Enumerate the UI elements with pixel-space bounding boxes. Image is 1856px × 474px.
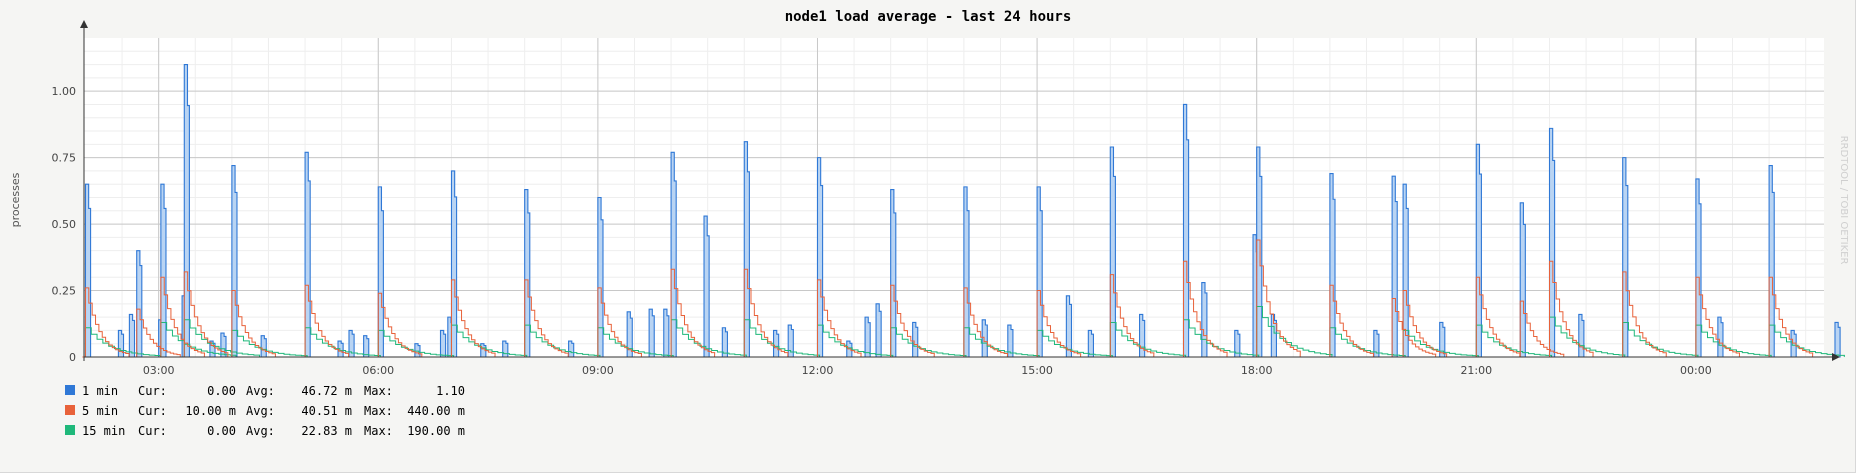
legend-swatch	[65, 385, 75, 395]
series-1-min-peak	[1036, 186, 1043, 358]
series-1-min-peak	[1329, 173, 1336, 358]
series-1-min-peak	[363, 335, 370, 358]
series-1-min-peak	[84, 183, 92, 358]
chart-title: node1 load average - last 24 hours	[785, 9, 1072, 25]
legend-max-label: Max:	[364, 404, 393, 418]
legend-avg-label: Avg:	[246, 424, 275, 438]
legend-cur-label: Cur:	[138, 404, 167, 418]
series-1-min-peak	[1519, 202, 1526, 358]
legend-series-name: 15 min	[82, 424, 125, 438]
series-1-min-peak	[304, 151, 311, 358]
x-tick-label: 15:00	[1021, 364, 1053, 377]
series-1-min-peak	[981, 319, 988, 358]
series-1-min-peak	[260, 335, 267, 358]
legend-max-value: 190.00 m	[407, 424, 465, 438]
series-1-min-peak	[231, 165, 238, 358]
y-tick-label: 0.75	[52, 152, 77, 165]
series-1-min-peak	[439, 329, 447, 358]
series-1-min-peak	[648, 308, 655, 358]
watermark: RRDTOOL / TOBI OETIKER	[1838, 136, 1849, 265]
legend-avg-label: Avg:	[246, 384, 275, 398]
legend-cur-value: 10.00 m	[185, 404, 236, 418]
y-tick-label: 1.00	[52, 85, 77, 98]
series-1-min-peak	[663, 308, 670, 358]
series-1-min-peak	[1182, 103, 1190, 358]
series-1-min-peak	[1548, 127, 1556, 358]
series-1-min-peak	[183, 64, 190, 358]
x-tick-label: 00:00	[1680, 364, 1712, 377]
legend-avg-value: 22.83 m	[301, 424, 352, 438]
series-1-min-peak	[743, 141, 750, 358]
series-1-min-peak	[160, 183, 167, 358]
chart-panel: node1 load average - last 24 hours 0 0.25…	[0, 0, 1856, 473]
series-1-min-peak	[450, 170, 458, 358]
x-tick-label: 06:00	[362, 364, 394, 377]
series-1-min-peak	[670, 151, 677, 358]
series-1-min-peak	[597, 196, 604, 358]
y-tick-label: 0	[69, 351, 76, 364]
legend-max-label: Max:	[364, 384, 393, 398]
legend-avg-value: 40.51 m	[301, 404, 352, 418]
series-1-min-peak	[963, 186, 970, 358]
series-1-min-peak	[1834, 321, 1841, 358]
legend-cur-label: Cur:	[138, 384, 167, 398]
x-tick-label: 18:00	[1241, 364, 1273, 377]
legend-max-value: 1.10	[436, 384, 465, 398]
legend-avg-label: Avg:	[246, 404, 275, 418]
series-1-min-peak	[1201, 282, 1208, 358]
legend-swatch	[65, 405, 75, 415]
x-tick-label: 21:00	[1460, 364, 1492, 377]
series-1-min-peak	[816, 157, 824, 358]
y-axis-label: processes	[9, 172, 22, 227]
series-1-min-peak	[1717, 316, 1724, 358]
legend-series-name: 1 min	[82, 384, 118, 398]
legend-max-value: 440.00 m	[407, 404, 465, 418]
series-1-min-peak	[875, 303, 882, 358]
x-tick-label: 03:00	[143, 364, 175, 377]
x-tick-labels: 03:00 06:00 09:00 12:00 15:00 18:00 21:00 00:00	[143, 364, 1712, 377]
x-tick-label: 09:00	[582, 364, 614, 377]
series-1-min-peak	[912, 321, 919, 358]
series-1-min-peak	[1391, 175, 1398, 358]
y-tick-labels: 0 0.25 0.50 0.75 1.00	[52, 85, 77, 364]
series-1-min-peak	[864, 316, 871, 358]
y-tick-label: 0.25	[52, 285, 77, 298]
series-1-min-peak	[1578, 313, 1585, 358]
legend-cur-value: 0.00	[207, 424, 236, 438]
legend-cur-value: 0.00	[207, 384, 236, 398]
series-1-min-peak	[1768, 165, 1775, 358]
y-axis-arrow-icon	[80, 20, 88, 28]
series-1-min-peak	[414, 343, 421, 358]
legend-cur-label: Cur:	[138, 424, 167, 438]
legend-max-label: Max:	[364, 424, 393, 438]
load-average-chart: node1 load average - last 24 hours 0 0.25…	[9, 9, 1849, 438]
legend-avg-value: 46.72 m	[301, 384, 352, 398]
legend: 1 min Cur: 0.00 Avg: 46.72 m Max: 1.10 5 min Cur…	[65, 384, 465, 438]
series-1-min-peak	[1256, 146, 1263, 358]
series-1-min-peak	[568, 340, 575, 358]
legend-series-name: 5 min	[82, 404, 118, 418]
y-tick-label: 0.50	[52, 218, 77, 231]
series-1-min-peak	[524, 188, 531, 358]
series-1-min-peak	[890, 188, 897, 358]
x-tick-label: 12:00	[802, 364, 834, 377]
plot-area	[80, 20, 1846, 361]
series-1-min-peak	[703, 215, 710, 358]
series-1-min-peak	[136, 250, 143, 358]
series-1-min-peak	[220, 332, 227, 358]
series-1-min-peak	[502, 340, 509, 358]
series-1-min-peak	[1109, 146, 1116, 358]
legend-swatch	[65, 425, 75, 435]
series-1-min-peak	[1695, 178, 1702, 358]
series-1-min-peak	[1622, 157, 1629, 358]
series-1-min-peak	[773, 329, 780, 358]
series-1-min-peak	[377, 186, 384, 358]
series-1-min-peak	[128, 313, 136, 358]
